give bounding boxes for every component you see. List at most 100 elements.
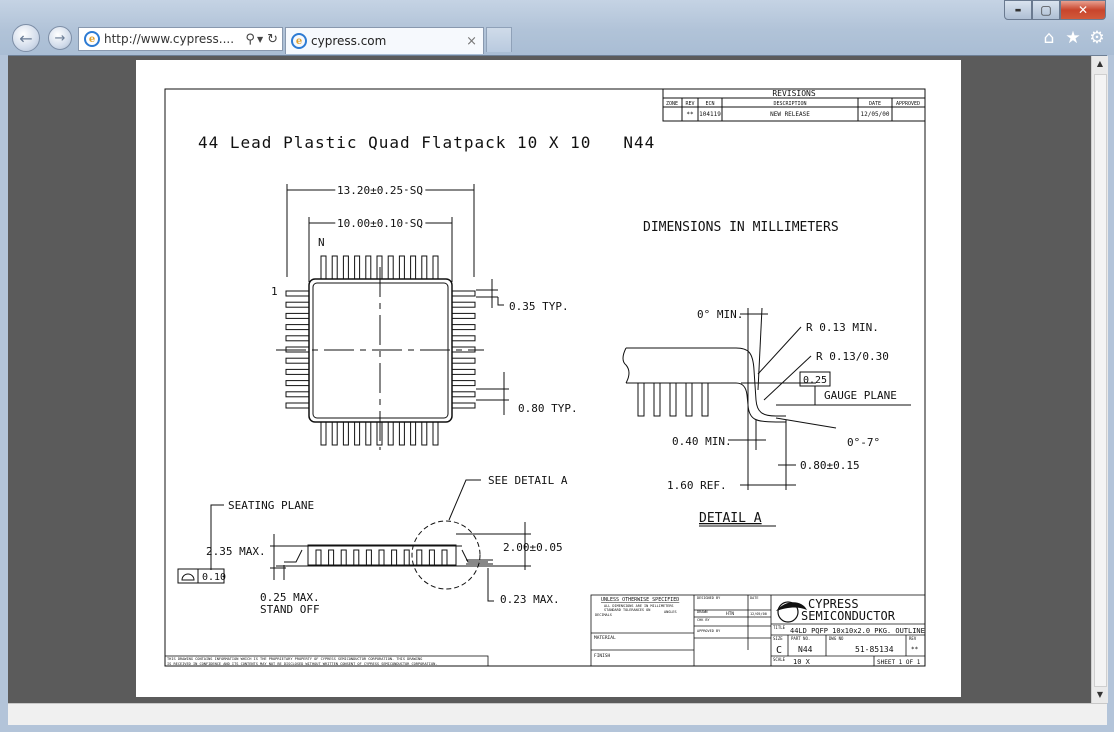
- qfp-lead-right: [451, 380, 476, 387]
- dimensions-note: DIMENSIONS IN MILLIMETERS: [643, 220, 839, 235]
- qfp-lead-left: [285, 357, 310, 364]
- qfp-lead-left: [285, 402, 310, 409]
- qfp-lead-left: [285, 391, 310, 398]
- tb-finish: FINISH: [594, 653, 611, 659]
- qfp-lead-left: [285, 312, 310, 319]
- drawing-page: REVISIONS ZONE REV ECN DESCRIPTION DATE …: [136, 60, 961, 697]
- proprietary-notice-2: IS RECEIVED IN CONFIDENCE AND ITS CONTEN…: [167, 662, 437, 666]
- qfp-lead-bottom: [365, 421, 372, 446]
- vertical-scrollbar[interactable]: ▲ ▼: [1091, 56, 1108, 703]
- search-icon[interactable]: ⚲: [245, 32, 255, 47]
- radius-min-label: R 0.13 MIN.: [806, 321, 879, 334]
- qfp-lead-bottom: [342, 421, 349, 446]
- qfp-lead-right: [451, 368, 476, 375]
- home-icon[interactable]: ⌂: [1038, 28, 1060, 48]
- side-lead: [378, 549, 385, 567]
- qfp-lead-right: [451, 290, 476, 297]
- qfp-lead-top: [432, 255, 439, 280]
- company-name-2: SEMICONDUCTOR: [801, 609, 896, 623]
- scroll-thumb[interactable]: [1094, 74, 1107, 687]
- favorites-star-icon[interactable]: ★: [1062, 28, 1084, 48]
- angle-min-label: 0° MIN.: [697, 308, 743, 321]
- side-lead: [391, 549, 398, 567]
- radius-range-label: R 0.13/0.30: [816, 350, 889, 363]
- scroll-up-icon[interactable]: ▲: [1092, 56, 1108, 72]
- qfp-lead-top: [387, 255, 394, 280]
- flatness-value: 0.10: [202, 572, 226, 583]
- detail-lead: [637, 382, 645, 417]
- tb-drawn-date: 12/05/00: [750, 612, 767, 616]
- package-drawing: REVISIONS ZONE REV ECN DESCRIPTION DATE …: [164, 88, 926, 667]
- rev-col-approved: APPROVED: [896, 101, 920, 107]
- close-button[interactable]: ✕: [1060, 0, 1106, 20]
- tb-scale: 10 X: [793, 658, 811, 666]
- qfp-lead-top: [398, 255, 405, 280]
- qfp-lead-top: [331, 255, 338, 280]
- qfp-lead-left: [285, 368, 310, 375]
- tb-dwg-label: DWG NO: [829, 636, 844, 641]
- tb-drawn: DRAWN: [697, 610, 708, 614]
- qfp-lead-bottom: [398, 421, 405, 446]
- qfp-lead-bottom: [354, 421, 361, 446]
- qfp-lead-bottom: [331, 421, 338, 446]
- gauge-plane-label: GAUGE PLANE: [824, 389, 897, 402]
- tab-close-icon[interactable]: ×: [466, 34, 477, 49]
- detail-a-view: 0° MIN. R 0.13 MIN. R 0.13/0.30 0.25 GAU…: [622, 307, 911, 527]
- qfp-lead-bottom: [432, 421, 439, 446]
- rev-col-rev: REV: [685, 101, 694, 107]
- settings-gear-icon[interactable]: ⚙: [1086, 28, 1108, 48]
- lead-width-label: 0.35 TYP.: [509, 300, 569, 313]
- tb-scale-label: SCALE: [773, 657, 786, 662]
- qfp-lead-top: [342, 255, 349, 280]
- rev-row-ecn: 104119: [699, 111, 721, 118]
- qfp-lead-right: [451, 391, 476, 398]
- dropdown-icon[interactable]: ▼: [257, 35, 263, 44]
- max-height-label: 2.35 MAX.: [206, 545, 266, 558]
- side-lead: [365, 549, 372, 567]
- tb-approved-by: APPROVED BY: [697, 629, 721, 633]
- address-bar[interactable]: e http://www.cypress.... ⚲ ▼ ↻: [78, 27, 283, 51]
- refresh-icon[interactable]: ↻: [267, 32, 278, 47]
- detail-lead: [701, 382, 709, 417]
- maximize-button[interactable]: ▢: [1032, 0, 1060, 20]
- tb-date: DATE: [750, 596, 758, 600]
- standoff-label-2: STAND OFF: [260, 603, 320, 616]
- rev-col-ecn: ECN: [705, 101, 714, 107]
- lead-pitch-label: 0.80 TYP.: [518, 402, 578, 415]
- tab-cypress[interactable]: e cypress.com ×: [285, 27, 484, 54]
- minimize-button[interactable]: ▬: [1004, 0, 1032, 20]
- qfp-lead-left: [285, 301, 310, 308]
- detail-lead: [685, 382, 693, 417]
- inner-dimension: 10.00±0.10 SQ: [337, 217, 423, 230]
- side-lead: [416, 549, 423, 567]
- qfp-lead-top: [421, 255, 428, 280]
- pin-n-label: N: [318, 236, 325, 249]
- qfp-lead-top: [354, 255, 361, 280]
- tb-size-label: SIZE: [773, 636, 783, 641]
- rev-row-rev: **: [686, 111, 694, 118]
- qfp-lead-right: [451, 357, 476, 364]
- outer-dimension: 13.20±0.25 SQ: [337, 184, 423, 197]
- scroll-down-icon[interactable]: ▼: [1092, 687, 1108, 703]
- tb-rev: **: [911, 646, 919, 653]
- tb-part-no: N44: [798, 645, 813, 654]
- back-arrow-icon: ←: [19, 28, 33, 48]
- qfp-lead-top: [410, 255, 417, 280]
- forward-button[interactable]: →: [48, 26, 72, 50]
- qfp-lead-left: [285, 380, 310, 387]
- foot-min-label: 0.40 MIN.: [672, 435, 732, 448]
- tb-sheet: SHEET 1 OF 1: [877, 659, 921, 666]
- tb-title-value: 44LD PQFP 10x10x2.0 PKG. OUTLINE: [790, 627, 925, 635]
- tb-size: C: [776, 645, 782, 656]
- forward-arrow-icon: →: [54, 30, 66, 46]
- tb-drawn-by: HTN: [726, 611, 734, 617]
- new-tab-button[interactable]: [486, 27, 512, 52]
- rev-row-date: 12/05/00: [861, 111, 890, 118]
- tb-rev-label: REV: [909, 636, 917, 641]
- detail-lead: [653, 382, 661, 417]
- tb-title-label: TITLE: [773, 625, 786, 630]
- side-lead: [428, 549, 435, 567]
- tb-designed-by: DESIGNED BY: [697, 596, 721, 600]
- back-button[interactable]: ←: [12, 24, 40, 52]
- minimize-icon: ▬: [1014, 6, 1022, 14]
